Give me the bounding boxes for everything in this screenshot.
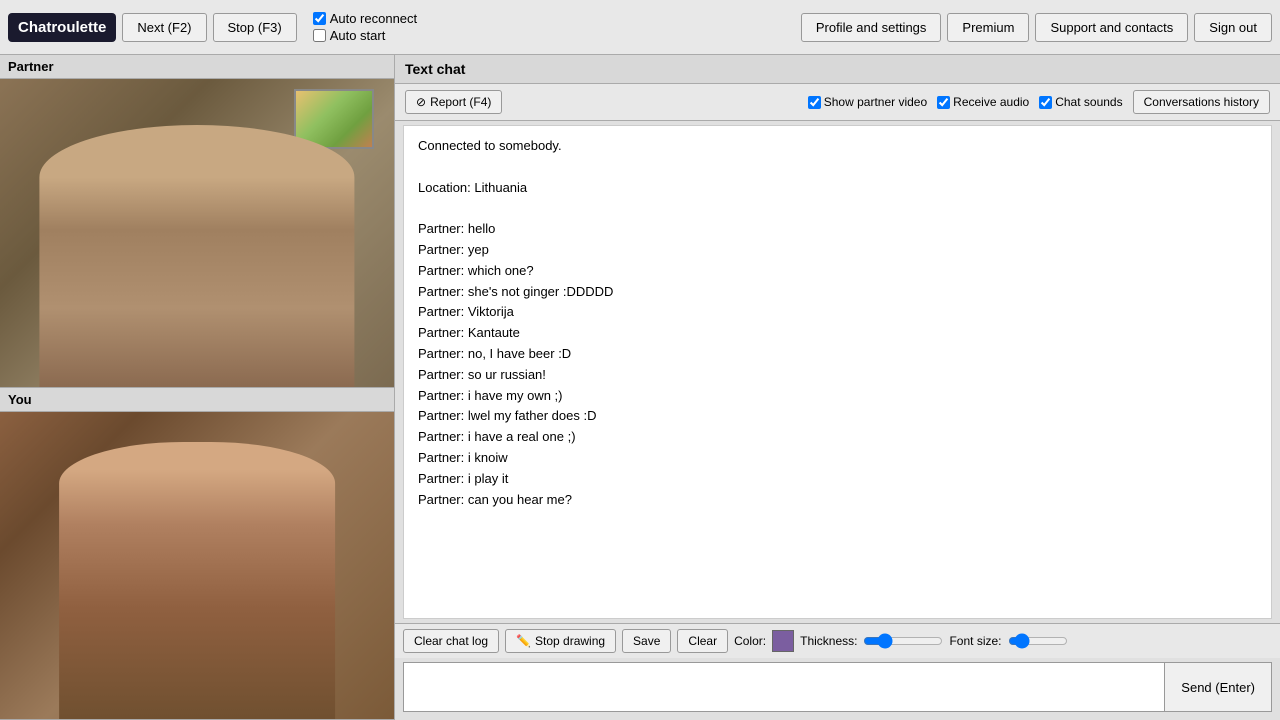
chat-input-area: Send (Enter) xyxy=(403,662,1272,712)
receive-audio-label[interactable]: Receive audio xyxy=(937,95,1029,109)
header-right: Profile and settings Premium Support and… xyxy=(801,13,1272,42)
chat-message: Connected to somebody. xyxy=(418,136,1257,157)
thickness-slider[interactable] xyxy=(863,633,943,649)
chat-options: Show partner video Receive audio Chat so… xyxy=(808,90,1270,114)
fontsize-slider[interactable] xyxy=(1008,633,1068,649)
fontsize-label: Font size: xyxy=(949,634,1001,648)
chat-message: Partner: yep xyxy=(418,240,1257,261)
partner-video-bg xyxy=(0,79,394,387)
chat-message: Partner: i have my own ;) xyxy=(418,386,1257,407)
chat-sounds-label[interactable]: Chat sounds xyxy=(1039,95,1122,109)
stop-button[interactable]: Stop (F3) xyxy=(213,13,297,42)
chat-message: Partner: i knoiw xyxy=(418,448,1257,469)
thickness-label: Thickness: xyxy=(800,634,857,648)
chat-message: Partner: no, I have beer :D xyxy=(418,344,1257,365)
you-video-area xyxy=(0,412,394,720)
auto-start-checkbox[interactable] xyxy=(313,29,326,42)
chat-message: Partner: can you hear me? xyxy=(418,490,1257,511)
clear-button[interactable]: Clear xyxy=(677,629,728,653)
chat-message: Partner: lwel my father does :D xyxy=(418,406,1257,427)
chat-message: Partner: i play it xyxy=(418,469,1257,490)
chat-message: Partner: i have a real one ;) xyxy=(418,427,1257,448)
send-button[interactable]: Send (Enter) xyxy=(1164,663,1271,711)
text-chat-header: Text chat xyxy=(395,55,1280,84)
sign-out-button[interactable]: Sign out xyxy=(1194,13,1272,42)
chat-message: Partner: which one? xyxy=(418,261,1257,282)
next-button[interactable]: Next (F2) xyxy=(122,13,206,42)
chat-bottom-toolbar: Clear chat log ✏️ Stop drawing Save Clea… xyxy=(395,623,1280,658)
partner-video-section: Partner xyxy=(0,55,394,388)
auto-start-label[interactable]: Auto start xyxy=(313,28,417,43)
chat-message: Partner: Viktorija xyxy=(418,302,1257,323)
chat-sounds-checkbox[interactable] xyxy=(1039,96,1052,109)
stop-drawing-button[interactable]: ✏️ Stop drawing xyxy=(505,629,616,653)
partner-video-area xyxy=(0,79,394,387)
chat-message xyxy=(418,157,1257,178)
support-contacts-button[interactable]: Support and contacts xyxy=(1035,13,1188,42)
chat-message: Partner: she's not ginger :DDDDD xyxy=(418,282,1257,303)
auto-options: Auto reconnect Auto start xyxy=(313,11,417,43)
chat-message: Partner: Kantaute xyxy=(418,323,1257,344)
main-layout: Partner You Text chat ⊘ Repor xyxy=(0,55,1280,720)
chat-message: Partner: so ur russian! xyxy=(418,365,1257,386)
color-label: Color: xyxy=(734,634,766,648)
pencil-icon: ✏️ xyxy=(516,634,531,648)
you-video-bg xyxy=(0,412,394,720)
chat-messages: Connected to somebody. Location: Lithuan… xyxy=(403,125,1272,619)
chat-input[interactable] xyxy=(404,663,1164,711)
partner-silhouette xyxy=(39,125,354,386)
auto-reconnect-checkbox[interactable] xyxy=(313,12,326,25)
show-partner-video-label[interactable]: Show partner video xyxy=(808,95,927,109)
profile-settings-button[interactable]: Profile and settings xyxy=(801,13,942,42)
chat-message xyxy=(418,198,1257,219)
show-partner-video-checkbox[interactable] xyxy=(808,96,821,109)
conversations-history-button[interactable]: Conversations history xyxy=(1133,90,1270,114)
you-video-section: You xyxy=(0,388,394,720)
report-button[interactable]: ⊘ Report (F4) xyxy=(405,90,502,114)
left-panel: Partner You xyxy=(0,55,395,720)
chat-message: Partner: hello xyxy=(418,219,1257,240)
logo: Chatroulette xyxy=(8,13,116,42)
chat-toolbar: ⊘ Report (F4) Show partner video Receive… xyxy=(395,84,1280,121)
clear-chat-log-button[interactable]: Clear chat log xyxy=(403,629,499,653)
color-swatch[interactable] xyxy=(772,630,794,652)
premium-button[interactable]: Premium xyxy=(947,13,1029,42)
right-panel: Text chat ⊘ Report (F4) Show partner vid… xyxy=(395,55,1280,720)
you-label: You xyxy=(0,388,394,412)
report-icon: ⊘ xyxy=(416,95,426,109)
header: Chatroulette Next (F2) Stop (F3) Auto re… xyxy=(0,0,1280,55)
chat-message: Location: Lithuania xyxy=(418,178,1257,199)
you-silhouette xyxy=(59,442,335,719)
save-button[interactable]: Save xyxy=(622,629,671,653)
partner-label: Partner xyxy=(0,55,394,79)
receive-audio-checkbox[interactable] xyxy=(937,96,950,109)
auto-reconnect-label[interactable]: Auto reconnect xyxy=(313,11,417,26)
